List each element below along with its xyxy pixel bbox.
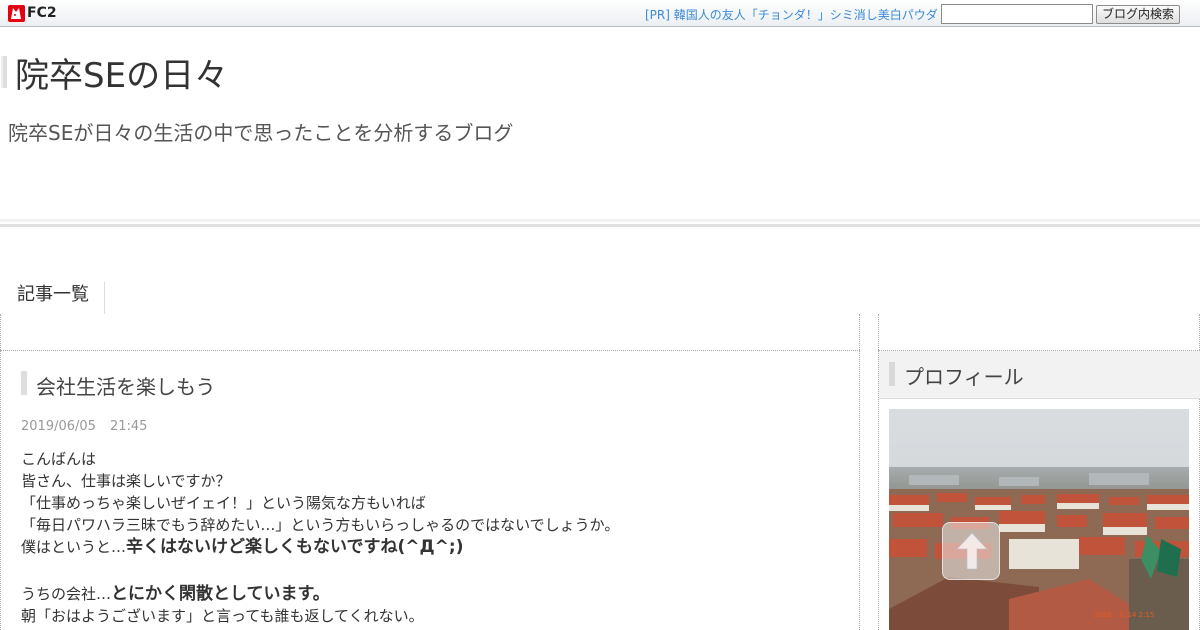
- body-line: 「毎日パワハラ三昧でもう辞めたい…」という方もいらっしゃるのではないでしょうか。: [21, 516, 620, 534]
- entry-time-value: 21:45: [109, 419, 148, 434]
- sidebar-profile-title: プロフィール: [904, 365, 1024, 389]
- body-text: うちの会社…: [21, 585, 112, 603]
- blog-description: 院卒SEが日々の生活の中で思ったことを分析するブログ: [8, 121, 514, 145]
- entry-title[interactable]: 会社生活を楽しもう: [36, 371, 215, 400]
- body-emphasis: とにかく閑散としています。: [111, 584, 330, 604]
- column-border: [859, 314, 860, 630]
- blog-search-input[interactable]: [941, 4, 1093, 24]
- fc2-fox-icon: [8, 4, 25, 22]
- fc2-logo[interactable]: FC2: [8, 4, 57, 22]
- arrow-up-icon: [955, 532, 989, 570]
- blog-search-button[interactable]: ブログ内検索: [1096, 5, 1180, 24]
- body-line: 皆さん、仕事は楽しいですか？: [21, 472, 231, 490]
- nav-item-article-list[interactable]: 記事一覧: [0, 282, 105, 314]
- body-line: 朝「おはようございます」と言っても誰も返してくれない。: [21, 607, 424, 625]
- title-accent-bar: [1, 56, 7, 88]
- body-emphasis: 辛くはないけど楽しくもないですね(^Д^;): [126, 537, 464, 557]
- row-border: [0, 350, 860, 351]
- profile-photo: 2016 . 3 .14 2:15: [889, 409, 1189, 630]
- body-line: こんばんは: [21, 450, 97, 468]
- entry-date-value: 2019/06/05: [21, 419, 96, 434]
- body-line: うちの会社…とにかく閑散としています。: [21, 583, 841, 605]
- column-border: [0, 314, 1, 630]
- pr-ad-link[interactable]: [PR] 韓国人の友人「チョンダ！」シミ消し美白パウダ: [645, 6, 938, 23]
- body-text: 僕はというと…: [21, 538, 127, 556]
- header-divider: [0, 219, 1200, 222]
- scroll-to-top-button[interactable]: [942, 522, 1000, 580]
- blog-title[interactable]: 院卒SEの日々: [15, 48, 228, 97]
- entry-date: 2019/06/05 21:45: [21, 419, 147, 434]
- sidebar-title-accent: [889, 362, 895, 386]
- header-divider: [0, 224, 1200, 227]
- body-line: 僕はというと…辛くはないけど楽しくもないですね(^Д^;): [21, 536, 841, 558]
- fc2-logo-text: FC2: [27, 5, 57, 21]
- entry-title-accent: [21, 371, 27, 395]
- fc2-toolbar: FC2 [PR] 韓国人の友人「チョンダ！」シミ消し美白パウダ ブログ内検索: [0, 0, 1200, 27]
- body-line: 「仕事めっちゃ楽しいぜイェイ！」という陽気な方もいれば: [21, 494, 426, 512]
- entry-body: こんばんは 皆さん、仕事は楽しいですか？ 「仕事めっちゃ楽しいぜイェイ！」という…: [21, 448, 841, 627]
- photo-timestamp: 2016 . 3 .14 2:15: [1094, 611, 1154, 619]
